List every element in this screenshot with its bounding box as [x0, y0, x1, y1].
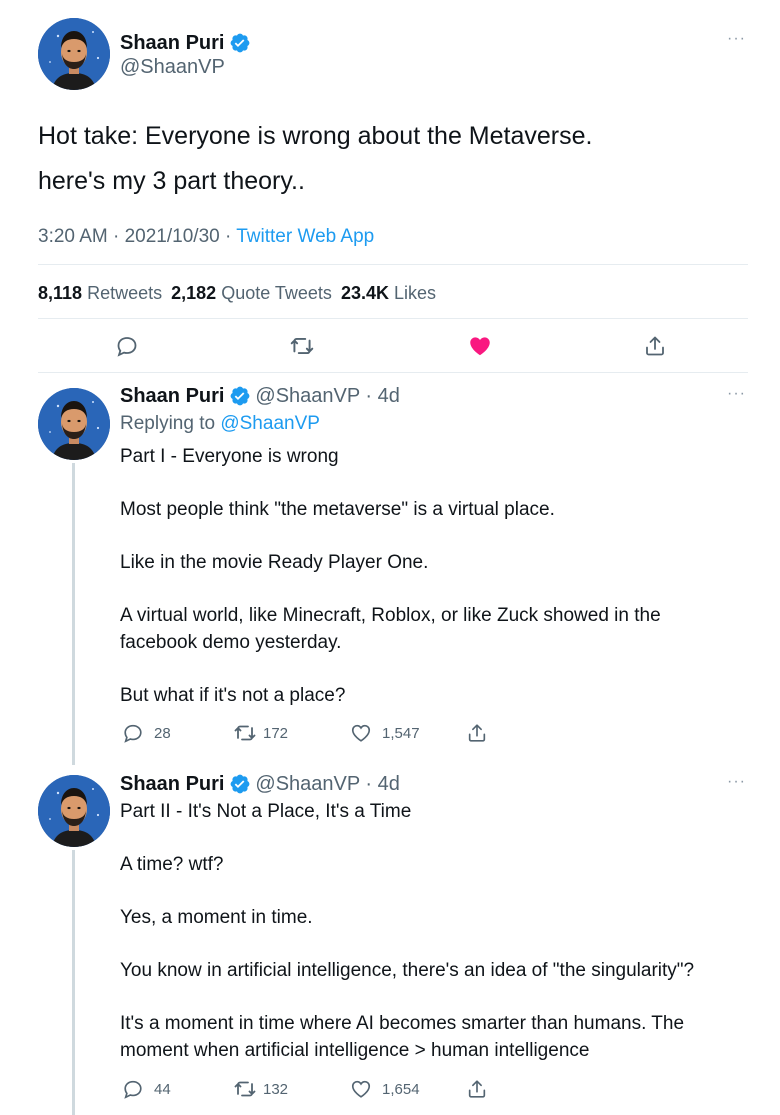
reply-author-name[interactable]: Shaan Puri	[120, 773, 224, 795]
share-icon[interactable]	[466, 1078, 488, 1100]
tweet-meta: 3:20 AM · 2021/10/30 · Twitter Web App	[38, 225, 374, 249]
reply-icon	[122, 722, 144, 744]
separator-dot: ·	[113, 226, 120, 247]
author-handle[interactable]: @ShaanVP	[120, 55, 225, 79]
reply-text: Part II - It's Not a Place, It's a Time …	[120, 801, 695, 1061]
reply-icon[interactable]	[115, 334, 139, 358]
more-options-icon[interactable]: ···	[727, 30, 746, 48]
verified-badge-icon	[229, 773, 251, 795]
reply-time[interactable]: 4d	[378, 773, 400, 795]
reply-header: Shaan Puri @ShaanVP · 4d	[120, 384, 400, 410]
reply-avatar[interactable]	[38, 388, 110, 460]
retweet-icon[interactable]	[289, 333, 315, 359]
heart-icon	[350, 1078, 372, 1100]
author-name[interactable]: Shaan Puri	[120, 32, 224, 54]
more-options-icon[interactable]: ···	[727, 385, 746, 403]
reply-action[interactable]: 28	[122, 722, 171, 744]
like-icon-active[interactable]	[467, 333, 493, 359]
thread-line	[72, 850, 75, 1115]
reply-avatar[interactable]	[38, 775, 110, 847]
separator-dot: ·	[224, 226, 232, 247]
like-action[interactable]: 1,654	[350, 1078, 420, 1100]
tweet-text-line-1: Hot take: Everyone is wrong about the Me…	[38, 122, 593, 150]
reply-header: Shaan Puri @ShaanVP · 4d	[120, 772, 400, 798]
separator-dot: ·	[359, 773, 378, 795]
reply-author-handle[interactable]: @ShaanVP	[255, 385, 359, 407]
tweet-date[interactable]: 2021/10/30	[125, 226, 220, 247]
retweet-action[interactable]: 132	[233, 1077, 288, 1101]
engagement-stats: 8,118 Retweets 2,182 Quote Tweets 23.4K …	[38, 281, 436, 305]
likes-stat[interactable]: 23.4K Likes	[341, 283, 436, 303]
reply-time[interactable]: 4d	[378, 385, 400, 407]
author-avatar[interactable]	[38, 18, 110, 90]
share-icon[interactable]	[466, 722, 488, 744]
heart-icon	[350, 722, 372, 744]
share-icon[interactable]	[643, 334, 667, 358]
divider	[38, 318, 748, 319]
more-options-icon[interactable]: ···	[727, 773, 746, 791]
reply-icon	[122, 1078, 144, 1100]
retweet-action[interactable]: 172	[233, 721, 288, 745]
divider	[38, 372, 748, 373]
separator-dot: ·	[359, 385, 378, 407]
quote-tweets-stat[interactable]: 2,182 Quote Tweets	[171, 283, 332, 303]
tweet-text-line-2: here's my 3 part theory..	[38, 167, 305, 195]
retweets-stat[interactable]: 8,118 Retweets	[38, 283, 162, 303]
reply-action[interactable]: 44	[122, 1078, 171, 1100]
verified-badge-icon	[229, 385, 251, 407]
reply-author-handle[interactable]: @ShaanVP	[255, 773, 359, 795]
like-action[interactable]: 1,547	[350, 722, 420, 744]
divider	[38, 264, 748, 265]
retweet-icon	[233, 1077, 257, 1101]
reply-author-name[interactable]: Shaan Puri	[120, 385, 224, 407]
thread-line	[72, 463, 75, 765]
reply-text: Part I - Everyone is wrong Most people t…	[120, 446, 661, 706]
tweet-time[interactable]: 3:20 AM	[38, 226, 108, 247]
retweet-icon	[233, 721, 257, 745]
replying-to-handle[interactable]: @ShaanVP	[220, 413, 320, 434]
tweet-source[interactable]: Twitter Web App	[236, 226, 374, 247]
replying-to: Replying to @ShaanVP	[120, 413, 320, 434]
verified-badge-icon	[229, 32, 251, 54]
